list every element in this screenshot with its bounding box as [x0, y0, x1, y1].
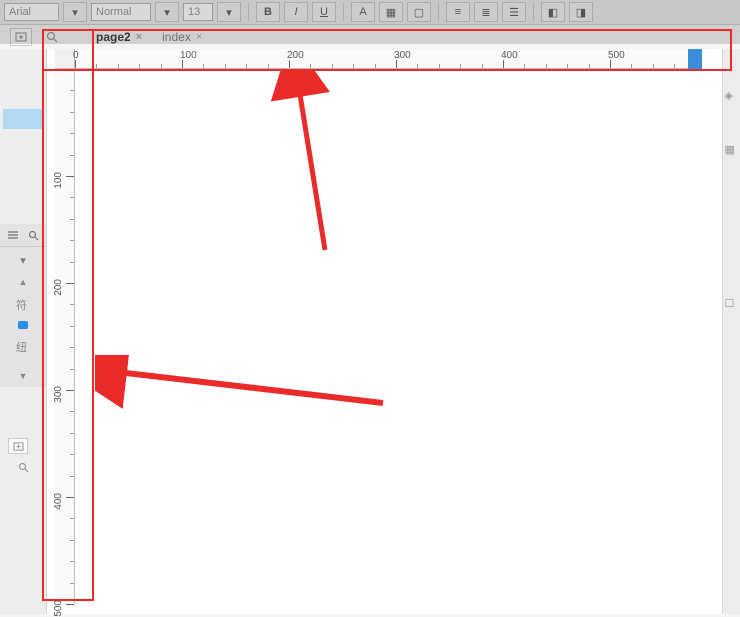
add-button-2[interactable] [8, 438, 28, 454]
tab-label: index [162, 30, 191, 44]
separator [343, 3, 344, 21]
text-color-button[interactable]: A [351, 2, 375, 22]
tab-label: page2 [96, 30, 131, 44]
separator [533, 3, 534, 21]
style-dropdown-arrow[interactable]: ▾ [155, 2, 179, 22]
font-size-input[interactable] [183, 3, 213, 21]
right-sidebar: ◈ ▦ ☐ [722, 49, 740, 614]
sidebar-panel: ▾ ▲ 符 纽 ▼ [0, 224, 46, 387]
tool-button-2[interactable]: ◨ [569, 2, 593, 22]
ruler-label: 300 [53, 386, 64, 403]
tab-index[interactable]: index × [152, 27, 212, 47]
design-canvas[interactable] [75, 69, 702, 604]
ruler-origin[interactable] [55, 49, 75, 69]
sidebar-bottom [4, 430, 42, 614]
widget-icon-1[interactable]: 符 [16, 297, 30, 311]
search-icon-small[interactable] [25, 228, 41, 242]
scroll-down-icon[interactable]: ▼ [19, 371, 28, 381]
search-icon-2[interactable] [15, 460, 31, 474]
blue-widget-icon[interactable] [18, 321, 28, 329]
top-toolbar: ▾ ▾ ▾ B I U A ▦ ▢ ≡ ≣ ☰ ◧ ◨ [0, 0, 740, 25]
bold-button[interactable]: B [256, 2, 280, 22]
tab-row: page2 × index × [0, 25, 740, 49]
plus-icon [13, 442, 24, 451]
border-button[interactable]: ▢ [407, 2, 431, 22]
ruler-label: 400 [53, 493, 64, 510]
tab-page2[interactable]: page2 × [86, 27, 152, 47]
ruler-label: 100 [53, 172, 64, 189]
scroll-up-icon[interactable]: ▲ [19, 277, 28, 287]
tab-close-icon[interactable]: × [136, 31, 142, 43]
dropdown-icon[interactable]: ▾ [15, 253, 31, 267]
align-button-2[interactable]: ≣ [474, 2, 498, 22]
align-button[interactable]: ≡ [446, 2, 470, 22]
horizontal-ruler[interactable]: 0100200300400500 [75, 49, 702, 69]
main-area: ▾ ▲ 符 纽 ▼ 0100200300400500 1 [0, 49, 740, 614]
tabs: page2 × index × [86, 27, 212, 47]
panel-body: ▾ ▲ 符 纽 ▼ [12, 247, 34, 387]
ruler-label: 200 [53, 279, 64, 296]
tool-button[interactable]: ◧ [541, 2, 565, 22]
align-button-3[interactable]: ☰ [502, 2, 526, 22]
widget-icon-2[interactable]: 纽 [16, 339, 30, 353]
ruler-end-marker [688, 49, 702, 69]
font-style-input[interactable] [91, 3, 151, 21]
ruler-label: 500 [53, 600, 64, 617]
canvas-area: 0100200300400500 100 200 300 400 500 [47, 49, 722, 614]
search-icon [46, 31, 58, 43]
size-dropdown-arrow[interactable]: ▾ [217, 2, 241, 22]
panel-toggle-1[interactable]: ◈ [725, 89, 739, 103]
tab-close-icon[interactable]: × [196, 31, 202, 43]
panel-toggle-3[interactable]: ☐ [725, 297, 739, 311]
search-button[interactable] [42, 28, 62, 46]
panel-header [1, 224, 45, 247]
separator [248, 3, 249, 21]
menu-icon[interactable] [5, 228, 21, 242]
panel-toggle-2[interactable]: ▦ [725, 143, 739, 157]
plus-icon [15, 32, 27, 42]
separator [438, 3, 439, 21]
left-sidebar: ▾ ▲ 符 纽 ▼ [0, 49, 47, 614]
fill-color-button[interactable]: ▦ [379, 2, 403, 22]
italic-button[interactable]: I [284, 2, 308, 22]
selected-item-highlight[interactable] [3, 109, 43, 129]
font-family-input[interactable] [4, 3, 59, 21]
font-dropdown-arrow[interactable]: ▾ [63, 2, 87, 22]
add-page-button[interactable] [10, 28, 32, 46]
vertical-ruler[interactable]: 100200300400500 [55, 69, 75, 604]
underline-button[interactable]: U [312, 2, 336, 22]
